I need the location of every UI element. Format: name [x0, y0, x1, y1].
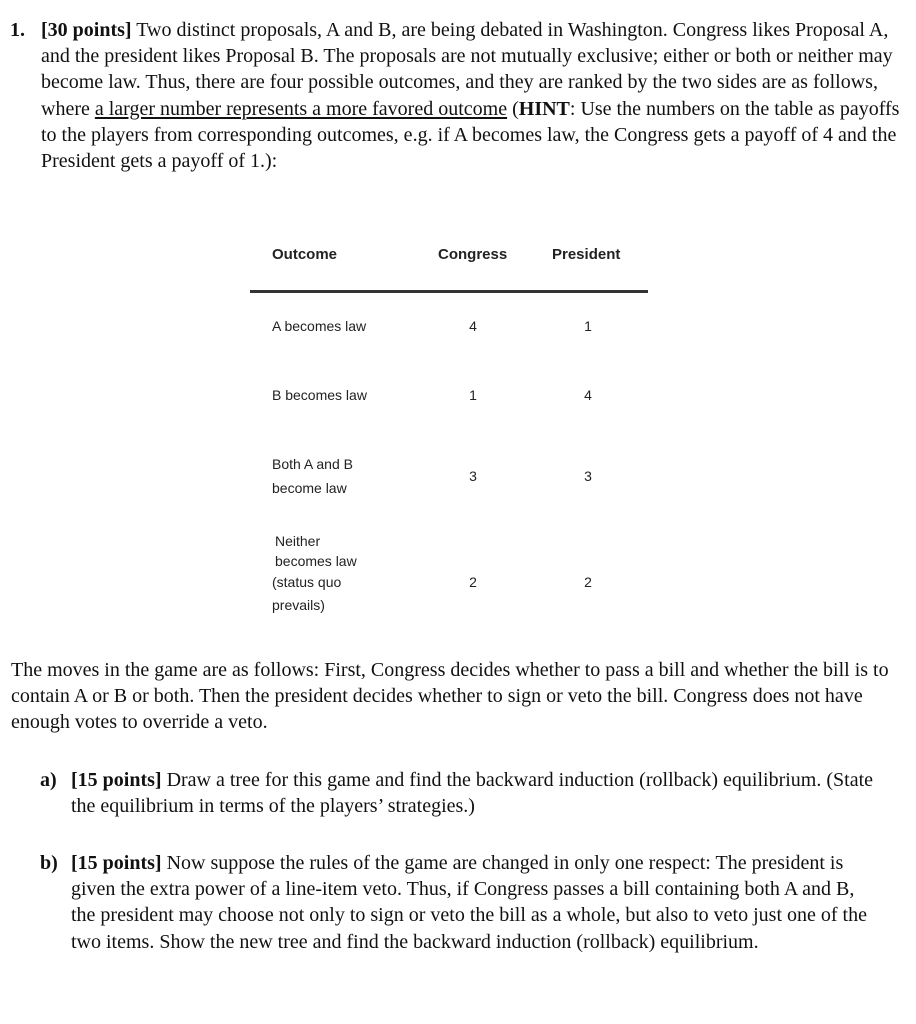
- question-1: 1. [30 points] Two distinct proposals, A…: [10, 17, 900, 174]
- outcome-cell-line: Neither: [275, 533, 321, 549]
- question-points: [30 points]: [41, 19, 132, 41]
- header-president: President: [552, 246, 621, 263]
- congress-payoff: 1: [469, 387, 477, 403]
- outcome-cell-line: become law: [272, 480, 347, 496]
- moves-paragraph: The moves in the game are as follows: Fi…: [11, 659, 889, 734]
- part-a-text: Draw a tree for this game and find the b…: [71, 769, 874, 818]
- outcome-cell-line: becomes law: [275, 553, 357, 569]
- header-outcome: Outcome: [272, 246, 338, 263]
- part-b-points: [15 points]: [71, 852, 162, 874]
- question-number: 1.: [10, 19, 25, 41]
- outcome-cell-line: prevails): [272, 597, 325, 613]
- president-payoff: 3: [584, 468, 592, 484]
- president-payoff: 4: [584, 387, 592, 403]
- president-payoff: 2: [584, 574, 592, 590]
- outcome-cell-line: Both A and B: [272, 456, 353, 472]
- question-text: [30 points] Two distinct proposals, A an…: [41, 17, 900, 174]
- part-a-points: [15 points]: [71, 769, 162, 791]
- congress-payoff: 2: [469, 574, 477, 590]
- president-payoff: 1: [584, 318, 592, 334]
- part-b-text: Now suppose the rules of the game are ch…: [71, 852, 867, 953]
- part-a-label: a): [40, 769, 57, 791]
- question-text-part-2: (: [507, 97, 519, 120]
- part-b: b) [15 points] Now suppose the rules of …: [40, 850, 880, 955]
- part-b-label: b): [40, 852, 58, 874]
- congress-payoff: 3: [469, 468, 477, 484]
- outcome-cell: B becomes law: [272, 387, 367, 403]
- outcome-cell: A becomes law: [272, 318, 367, 334]
- outcome-cell-line: (status quo: [272, 574, 342, 590]
- header-rule: [250, 290, 648, 293]
- header-congress: Congress: [438, 246, 508, 263]
- hint-label: HINT: [518, 97, 570, 120]
- congress-payoff: 4: [469, 318, 477, 334]
- underlined-emphasis: a larger number represents a more favore…: [94, 97, 508, 120]
- part-a: a) [15 points] Draw a tree for this game…: [40, 767, 880, 819]
